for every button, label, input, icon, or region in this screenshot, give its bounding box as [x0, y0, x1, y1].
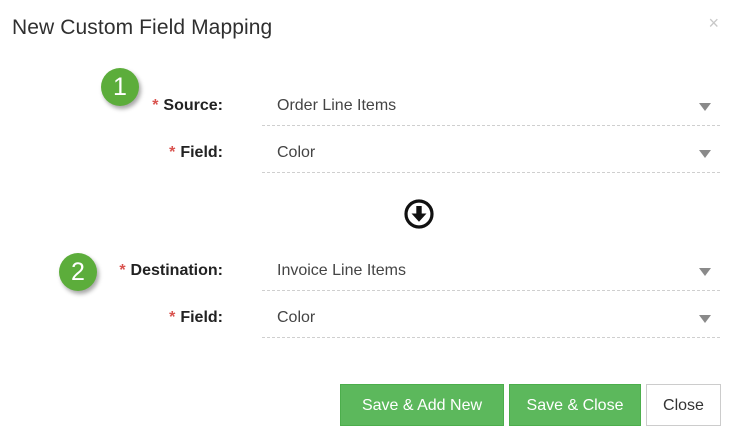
source-field-label: * Field:: [169, 144, 223, 162]
destination-field-select-value: Color: [277, 309, 316, 326]
destination-select-value: Invoice Line Items: [277, 262, 406, 279]
chevron-down-icon: [699, 315, 711, 323]
custom-field-mapping-dialog: New Custom Field Mapping × 1 * Source: Or…: [0, 0, 735, 441]
required-marker: *: [119, 262, 126, 279]
chevron-down-icon: [699, 103, 711, 111]
close-icon[interactable]: ×: [708, 14, 719, 32]
source-label-text: Source:: [163, 97, 223, 114]
close-button[interactable]: Close: [646, 384, 721, 426]
source-field-label-text: Field:: [180, 144, 223, 161]
destination-field-select[interactable]: Color: [262, 301, 720, 338]
destination-label: * Destination:: [119, 262, 223, 280]
chevron-down-icon: [699, 268, 711, 276]
source-select[interactable]: Order Line Items: [262, 89, 720, 126]
source-field-select-value: Color: [277, 144, 316, 161]
required-marker: *: [152, 97, 159, 114]
save-and-close-button[interactable]: Save & Close: [509, 384, 641, 426]
save-and-add-new-button[interactable]: Save & Add New: [340, 384, 504, 426]
source-field-select[interactable]: Color: [262, 136, 720, 173]
required-marker: *: [169, 144, 176, 161]
source-select-value: Order Line Items: [277, 97, 397, 114]
destination-select[interactable]: Invoice Line Items: [262, 254, 720, 291]
destination-field-label: * Field:: [169, 309, 223, 327]
required-marker: *: [169, 309, 176, 326]
destination-label-text: Destination:: [130, 262, 223, 279]
destination-field-label-text: Field:: [180, 309, 223, 326]
step-badge-1: 1: [101, 68, 139, 106]
arrow-circle-down-icon: [404, 199, 434, 229]
step-badge-2: 2: [59, 253, 97, 291]
chevron-down-icon: [699, 150, 711, 158]
source-label: * Source:: [152, 97, 223, 115]
dialog-title: New Custom Field Mapping: [12, 16, 273, 39]
